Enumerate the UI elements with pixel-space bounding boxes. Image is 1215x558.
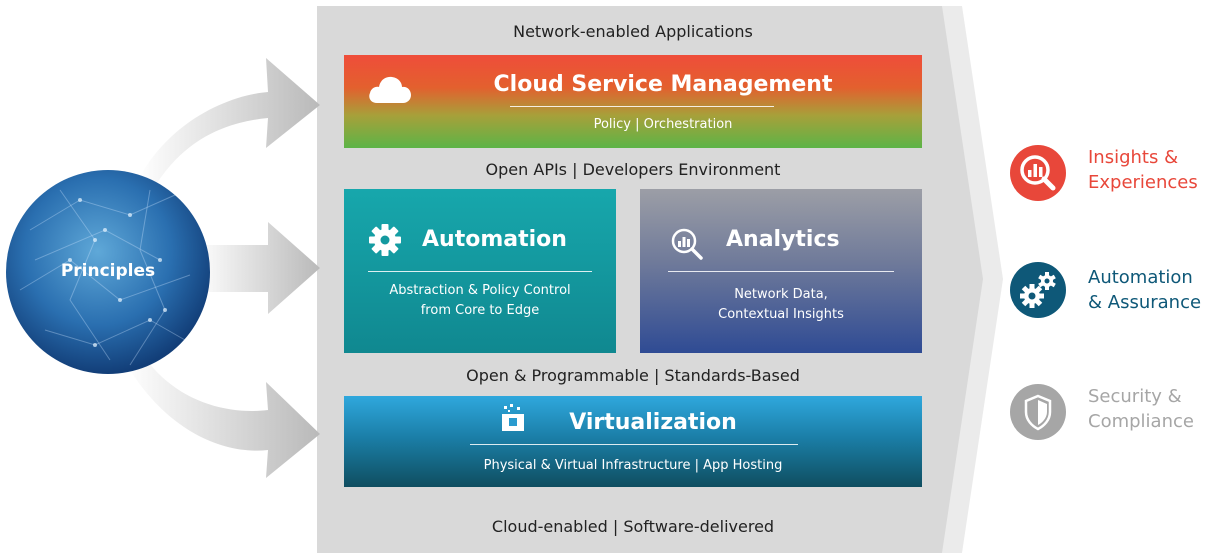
- outcome-insights-line2: Experiences: [1088, 172, 1198, 193]
- virtualization-divider: [470, 444, 798, 445]
- outcome-automation-text: Automation & Assurance: [1088, 265, 1201, 315]
- analytics-line2: Contextual Insights: [718, 307, 844, 322]
- cloud-subtitle: Policy | Orchestration: [593, 117, 733, 132]
- cloud-divider: [510, 106, 774, 107]
- outcome-insights-line1: Insights &: [1088, 147, 1179, 168]
- arrow-to-automation: [195, 222, 320, 314]
- outcome-security-line1: Security &: [1088, 386, 1182, 407]
- analytics-block: Analytics Network Data, Contextual Insig…: [640, 189, 922, 353]
- apis-label: Open APIs | Developers Environment: [485, 160, 781, 179]
- principles-label: Principles: [60, 261, 156, 281]
- gear-icon: [369, 224, 401, 256]
- automation-line2: from Core to Edge: [420, 303, 540, 318]
- arrow-to-virtualization: [125, 350, 320, 478]
- outcome-insights-text: Insights & Experiences: [1088, 145, 1198, 195]
- automation-title: Automation: [422, 227, 567, 252]
- virtualization-title: Virtualization: [569, 410, 737, 435]
- virtualization-subtitle: Physical & Virtual Infrastructure | App …: [483, 458, 783, 473]
- outcome-security-text: Security & Compliance: [1088, 384, 1194, 434]
- automation-divider: [368, 271, 592, 272]
- shield-icon: [1010, 384, 1066, 440]
- magnifier-chart-icon: [671, 228, 703, 260]
- arrow-to-cloud: [138, 58, 320, 195]
- analytics-title: Analytics: [726, 227, 840, 252]
- virtualization-block: Virtualization Physical & Virtual Infras…: [344, 396, 922, 487]
- bottom-label: Cloud-enabled | Software-delivered: [491, 517, 775, 536]
- automation-line1: Abstraction & Policy Control: [389, 283, 571, 298]
- analytics-description: Network Data, Contextual Insights: [640, 285, 922, 325]
- analytics-line1: Network Data,: [734, 287, 828, 302]
- outcome-automation-line1: Automation: [1088, 267, 1193, 288]
- automation-description: Abstraction & Policy Control from Core t…: [344, 281, 616, 321]
- gears-icon: [1010, 262, 1066, 318]
- automation-block: Automation Abstraction & Policy Control …: [344, 189, 616, 353]
- outcome-security-line2: Compliance: [1088, 411, 1194, 432]
- cloud-title: Cloud Service Management: [493, 72, 833, 97]
- outcome-automation-line2: & Assurance: [1088, 292, 1202, 313]
- analytics-divider: [668, 271, 894, 272]
- programmable-label: Open & Programmable | Standards-Based: [466, 366, 800, 385]
- top-label: Network-enabled Applications: [513, 22, 753, 41]
- cloud-service-management-block: Cloud Service Management Policy | Orches…: [344, 55, 922, 148]
- insight-magnifier-icon: [1010, 145, 1066, 201]
